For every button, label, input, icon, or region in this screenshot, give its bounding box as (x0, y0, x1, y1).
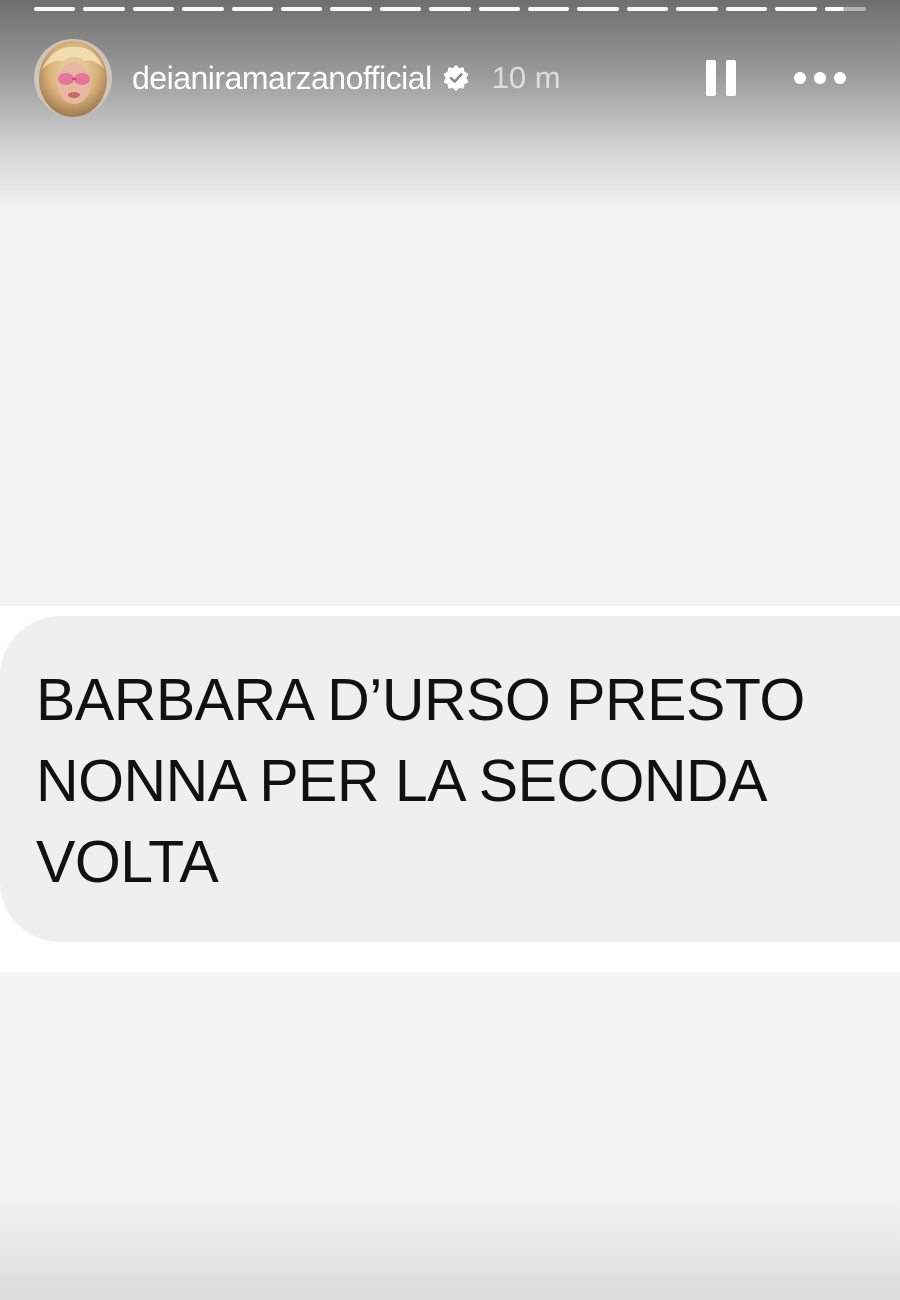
progress-segment (824, 7, 866, 11)
progress-segment (528, 7, 570, 11)
avatar[interactable] (34, 39, 112, 117)
progress-segment (231, 7, 274, 11)
progress-segment (478, 7, 521, 11)
progress-segment (775, 7, 817, 11)
more-options-icon[interactable] (794, 58, 846, 98)
progress-segment (281, 7, 323, 11)
message-bubble: BARBARA D’URSO PRESTO NONNA PER LA SECON… (0, 616, 900, 942)
message-text: BARBARA D’URSO PRESTO NONNA PER LA SECON… (36, 667, 805, 895)
verified-badge-icon (442, 64, 470, 92)
bottom-gradient-overlay (0, 1190, 900, 1300)
progress-segment (429, 7, 471, 11)
progress-segment (34, 7, 76, 11)
progress-segment (83, 7, 125, 11)
story-header: deianiramarzanofficial 10 m (34, 38, 866, 118)
story-progress-bar (34, 7, 866, 11)
story-viewer[interactable]: deianiramarzanofficial 10 m BARBARA D’UR… (0, 0, 900, 1300)
progress-segment (725, 7, 768, 11)
story-timestamp: 10 m (491, 60, 561, 95)
progress-segment (379, 7, 422, 11)
progress-segment (577, 7, 619, 11)
progress-segment (132, 7, 175, 11)
progress-segment (330, 7, 372, 11)
progress-segment (626, 7, 669, 11)
pause-icon[interactable] (706, 58, 736, 98)
progress-segment (182, 7, 224, 11)
progress-segment (676, 7, 718, 11)
username[interactable]: deianiramarzanofficial (132, 60, 432, 97)
